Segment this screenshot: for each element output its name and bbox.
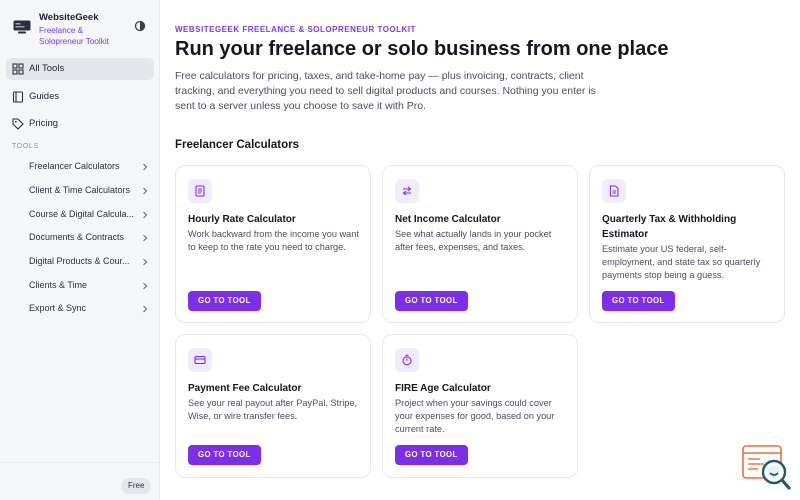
tool-item-export-sync[interactable]: Export & Sync: [6, 299, 154, 319]
tool-card-fire-age[interactable]: FIRE Age Calculator Project when your sa…: [382, 334, 578, 478]
timer-icon: [402, 354, 412, 366]
chevron-right-icon: [143, 187, 148, 195]
chevron-right-icon: [143, 163, 148, 171]
chevron-right-icon: [143, 211, 148, 219]
file-icon: [609, 185, 619, 197]
nav-label: Pricing: [29, 118, 59, 129]
card-description: Project when your savings could cover yo…: [395, 398, 555, 434]
tool-item-digital-products-courses[interactable]: Digital Products & Cour...: [6, 252, 154, 272]
brand[interactable]: WebsiteGeek Freelance & Solopreneur Tool…: [10, 12, 150, 46]
sidebar: WebsiteGeek Freelance & Solopreneur Tool…: [0, 0, 160, 500]
nav-label: Guides: [29, 91, 60, 102]
brand-name: WebsiteGeek: [39, 12, 99, 23]
tool-card-quarterly-tax[interactable]: Quarterly Tax & Withholding Estimator Es…: [589, 165, 785, 323]
card-icon-box: [188, 179, 212, 203]
go-to-tool-button[interactable]: GO TO TOOL: [188, 291, 261, 311]
card-icon: [194, 355, 206, 365]
card-title: Payment Fee Calculator: [188, 383, 302, 394]
theme-toggle-icon[interactable]: [134, 20, 146, 32]
card-description: Work backward from the income you want t…: [188, 229, 359, 252]
go-to-tool-button[interactable]: GO TO TOOL: [395, 445, 468, 465]
tool-label: Export & Sync: [29, 303, 87, 313]
card-icon-box: [602, 179, 626, 203]
book-icon: [12, 91, 24, 103]
go-to-tool-button[interactable]: GO TO TOOL: [602, 291, 675, 311]
tool-item-client-time-calculators[interactable]: Client & Time Calculators: [6, 181, 154, 201]
tool-item-freelancer-calculators[interactable]: Freelancer Calculators: [6, 157, 154, 177]
card-icon-box: [188, 348, 212, 372]
page-title: Run your freelance or solo business from…: [175, 38, 669, 60]
tool-item-clients-time[interactable]: Clients & Time: [6, 276, 154, 296]
chevron-right-icon: [143, 258, 148, 266]
sidebar-footer: Free: [0, 462, 160, 500]
chevron-right-icon: [143, 282, 148, 290]
card-title: Net Income Calculator: [395, 214, 501, 225]
nav-item-all-tools[interactable]: All Tools: [6, 58, 154, 80]
go-to-tool-button[interactable]: GO TO TOOL: [188, 445, 261, 465]
intro-text: Free calculators for pricing, taxes, and…: [175, 70, 596, 112]
tool-label: Clients & Time: [29, 280, 88, 290]
card-description: Estimate your US federal, self-employmen…: [602, 244, 761, 280]
chevron-right-icon: [143, 234, 148, 242]
tool-card-hourly-rate[interactable]: Hourly Rate Calculator Work backward fro…: [175, 165, 371, 323]
card-title: FIRE Age Calculator: [395, 383, 491, 394]
nav-item-guides[interactable]: Guides: [6, 86, 154, 108]
section-title: Freelancer Calculators: [175, 139, 300, 151]
tool-item-course-digital-calculators[interactable]: Course & Digital Calcula...: [6, 205, 154, 225]
document-icon: [195, 185, 205, 197]
eyebrow: WEBSITEGEEK FREELANCE & SOLOPRENEUR TOOL…: [175, 25, 416, 34]
tag-icon: [12, 118, 24, 130]
tool-label: Freelancer Calculators: [29, 161, 120, 171]
plan-badge[interactable]: Free: [121, 478, 152, 494]
tool-card-net-income[interactable]: Net Income Calculator See what actually …: [382, 165, 578, 323]
tools-section-label: TOOLS: [12, 143, 39, 150]
main-content: WEBSITEGEEK FREELANCE & SOLOPRENEUR TOOL…: [160, 0, 800, 500]
card-title: Quarterly Tax & Withholding Estimator: [602, 214, 737, 240]
chevron-right-icon: [143, 305, 148, 313]
card-description: See what actually lands in your pocket a…: [395, 229, 552, 252]
tool-label: Client & Time Calculators: [29, 185, 131, 195]
tool-card-payment-fee[interactable]: Payment Fee Calculator See your real pay…: [175, 334, 371, 478]
card-title: Hourly Rate Calculator: [188, 214, 296, 225]
logo-icon: [13, 20, 31, 34]
tool-item-documents-contracts[interactable]: Documents & Contracts: [6, 228, 154, 248]
nav-item-pricing[interactable]: Pricing: [6, 113, 154, 135]
tool-label: Course & Digital Calcula...: [29, 209, 135, 219]
go-to-tool-button[interactable]: GO TO TOOL: [395, 291, 468, 311]
search-widget-icon[interactable]: [742, 444, 792, 492]
brand-subtitle: Freelance & Solopreneur Toolkit: [39, 26, 109, 46]
nav-label: All Tools: [29, 63, 65, 74]
swap-icon: [402, 186, 412, 196]
tool-label: Digital Products & Cour...: [29, 256, 130, 266]
grid-icon: [12, 63, 24, 75]
card-icon-box: [395, 348, 419, 372]
card-description: See your real payout after PayPal, Strip…: [188, 398, 358, 421]
tool-label: Documents & Contracts: [29, 232, 125, 242]
card-icon-box: [395, 179, 419, 203]
